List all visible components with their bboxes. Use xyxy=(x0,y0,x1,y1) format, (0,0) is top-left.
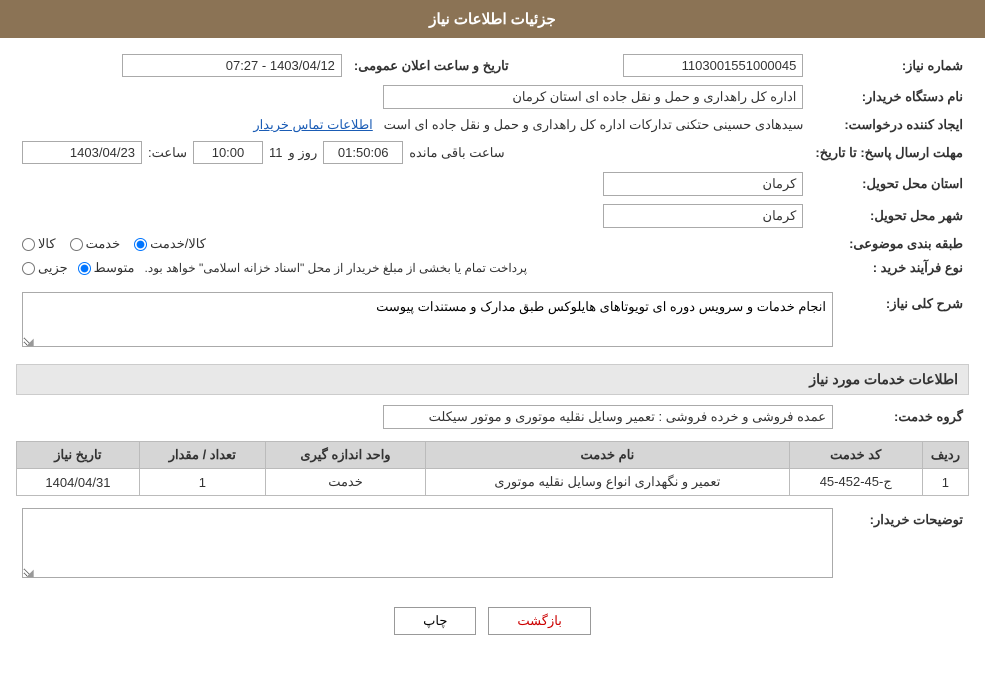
shomara-niaz-input: 1103001551000045 xyxy=(623,54,803,77)
nav-farayand-note: پرداخت تمام یا بخشی از مبلغ خریدار از مح… xyxy=(145,261,528,275)
col-tarikh: تاریخ نیاز xyxy=(17,442,140,469)
roz-value: 11 xyxy=(269,145,283,160)
page-title: جزئیات اطلاعات نیاز xyxy=(429,11,556,28)
tarikh-label: تاریخ و ساعت اعلان عمومی: xyxy=(348,50,515,81)
roz-label: روز و xyxy=(289,145,318,161)
tabaqe-value: کالا خدمت کالا/خدمت xyxy=(16,232,809,256)
tawzih-label: توضیحات خریدار: xyxy=(839,504,969,585)
shahr-value: کرمان xyxy=(16,200,809,232)
ostan-input: کرمان xyxy=(603,172,803,196)
sharh-textarea[interactable] xyxy=(22,292,833,347)
cell-radif: 1 xyxy=(922,469,968,496)
kala-label: کالا xyxy=(38,236,56,252)
nav-farayand-label: نوع فرآیند خرید : xyxy=(809,256,969,280)
ijad-konande-text: سیدهادی حسینی حتکنی تدارکات اداره کل راه… xyxy=(384,117,804,132)
sharh-label: شرح کلی نیاز: xyxy=(839,288,969,354)
tarikh-input: 1403/04/12 - 07:27 xyxy=(122,54,342,77)
col-name: نام خدمت xyxy=(426,442,789,469)
tawzih-table: توضیحات خریدار: ◢ xyxy=(16,504,969,585)
motavasset-label: متوسط xyxy=(94,260,135,276)
bottom-buttons: چاپ بازگشت xyxy=(16,593,969,649)
cell-name: تعمیر و نگهداری انواع وسایل نقلیه موتوری xyxy=(426,469,789,496)
cell-tarikh: 1404/04/31 xyxy=(17,469,140,496)
sharh-value: ◢ xyxy=(16,288,839,354)
jozii-label: جزیی xyxy=(38,260,68,276)
back-button[interactable]: بازگشت xyxy=(488,607,590,635)
goroh-value: عمده فروشی و خرده فروشی : تعمیر وسایل نق… xyxy=(16,401,839,433)
table-row: 1 ج-45-452-45 تعمیر و نگهداری انواع وسای… xyxy=(17,469,969,496)
tarikh-value: 1403/04/12 - 07:27 xyxy=(16,50,348,81)
tawzih-value: ◢ xyxy=(16,504,839,585)
ostan-value: کرمان xyxy=(16,168,809,200)
cell-vahed: خدمت xyxy=(265,469,425,496)
nam-dastgah-label: نام دستگاه خریدار: xyxy=(809,81,969,113)
ijad-konande-label: ایجاد کننده درخواست: xyxy=(809,113,969,137)
services-table: ردیف کد خدمت نام خدمت واحد اندازه گیری ت… xyxy=(16,441,969,496)
col-vahed: واحد اندازه گیری xyxy=(265,442,425,469)
baqi-input: 01:50:06 xyxy=(323,141,403,164)
mohlat-date-input: 1403/04/23 xyxy=(22,141,142,164)
sharh-table: شرح کلی نیاز: ◢ xyxy=(16,288,969,354)
tabaqe-label: طبقه بندی موضوعی: xyxy=(809,232,969,256)
tawzih-resize-handle: ◢ xyxy=(26,568,34,579)
col-radif: ردیف xyxy=(922,442,968,469)
radio-kala-khedmat[interactable]: کالا/خدمت xyxy=(134,236,206,252)
goroh-input: عمده فروشی و خرده فروشی : تعمیر وسایل نق… xyxy=(383,405,833,429)
main-info-table: شماره نیاز: 1103001551000045 تاریخ و ساع… xyxy=(16,50,969,280)
shomara-niaz-label: شماره نیاز: xyxy=(809,50,969,81)
radio-kala[interactable]: کالا xyxy=(22,236,56,252)
nam-dastgah-input: اداره کل راهداری و حمل و نقل جاده ای است… xyxy=(383,85,803,109)
nav-farayand-value: جزیی متوسط پرداخت تمام یا بخشی از مبلغ خ… xyxy=(16,256,809,280)
khadamat-section-header: اطلاعات خدمات مورد نیاز xyxy=(16,364,969,395)
khedmat-label: خدمت xyxy=(86,236,121,252)
radio-khedmat[interactable]: خدمت xyxy=(70,236,121,252)
cell-code: ج-45-452-45 xyxy=(789,469,922,496)
contact-link[interactable]: اطلاعات تماس خریدار xyxy=(253,117,372,132)
page-header: جزئیات اطلاعات نیاز xyxy=(0,0,985,38)
kala-khedmat-label: کالا/خدمت xyxy=(150,236,206,252)
shahr-label: شهر محل تحویل: xyxy=(809,200,969,232)
baqi-label: ساعت باقی مانده xyxy=(409,145,504,161)
radio-motavasset[interactable]: متوسط xyxy=(78,260,135,276)
shomara-niaz-value: 1103001551000045 xyxy=(535,50,810,81)
tawzih-textarea[interactable] xyxy=(22,508,833,578)
print-button[interactable]: چاپ xyxy=(394,607,476,635)
mohlat-ersal-label: مهلت ارسال پاسخ: تا تاریخ: xyxy=(809,137,969,168)
time-label: ساعت: xyxy=(148,145,187,161)
shahr-input: کرمان xyxy=(603,204,803,228)
ostan-label: استان محل تحویل: xyxy=(809,168,969,200)
goroh-label: گروه خدمت: xyxy=(839,401,969,433)
ijad-konande-value: سیدهادی حسینی حتکنی تدارکات اداره کل راه… xyxy=(16,113,809,137)
mohlat-ersal-row: 1403/04/23 ساعت: 10:00 11 روز و 01:50:06… xyxy=(16,137,809,168)
time-input: 10:00 xyxy=(193,141,263,164)
col-code: کد خدمت xyxy=(789,442,922,469)
goroh-table: گروه خدمت: عمده فروشی و خرده فروشی : تعم… xyxy=(16,401,969,433)
col-tedad: تعداد / مقدار xyxy=(139,442,265,469)
cell-tedad: 1 xyxy=(139,469,265,496)
radio-jozii[interactable]: جزیی xyxy=(22,260,68,276)
resize-handle: ◢ xyxy=(26,337,34,348)
nam-dastgah-value: اداره کل راهداری و حمل و نقل جاده ای است… xyxy=(16,81,809,113)
